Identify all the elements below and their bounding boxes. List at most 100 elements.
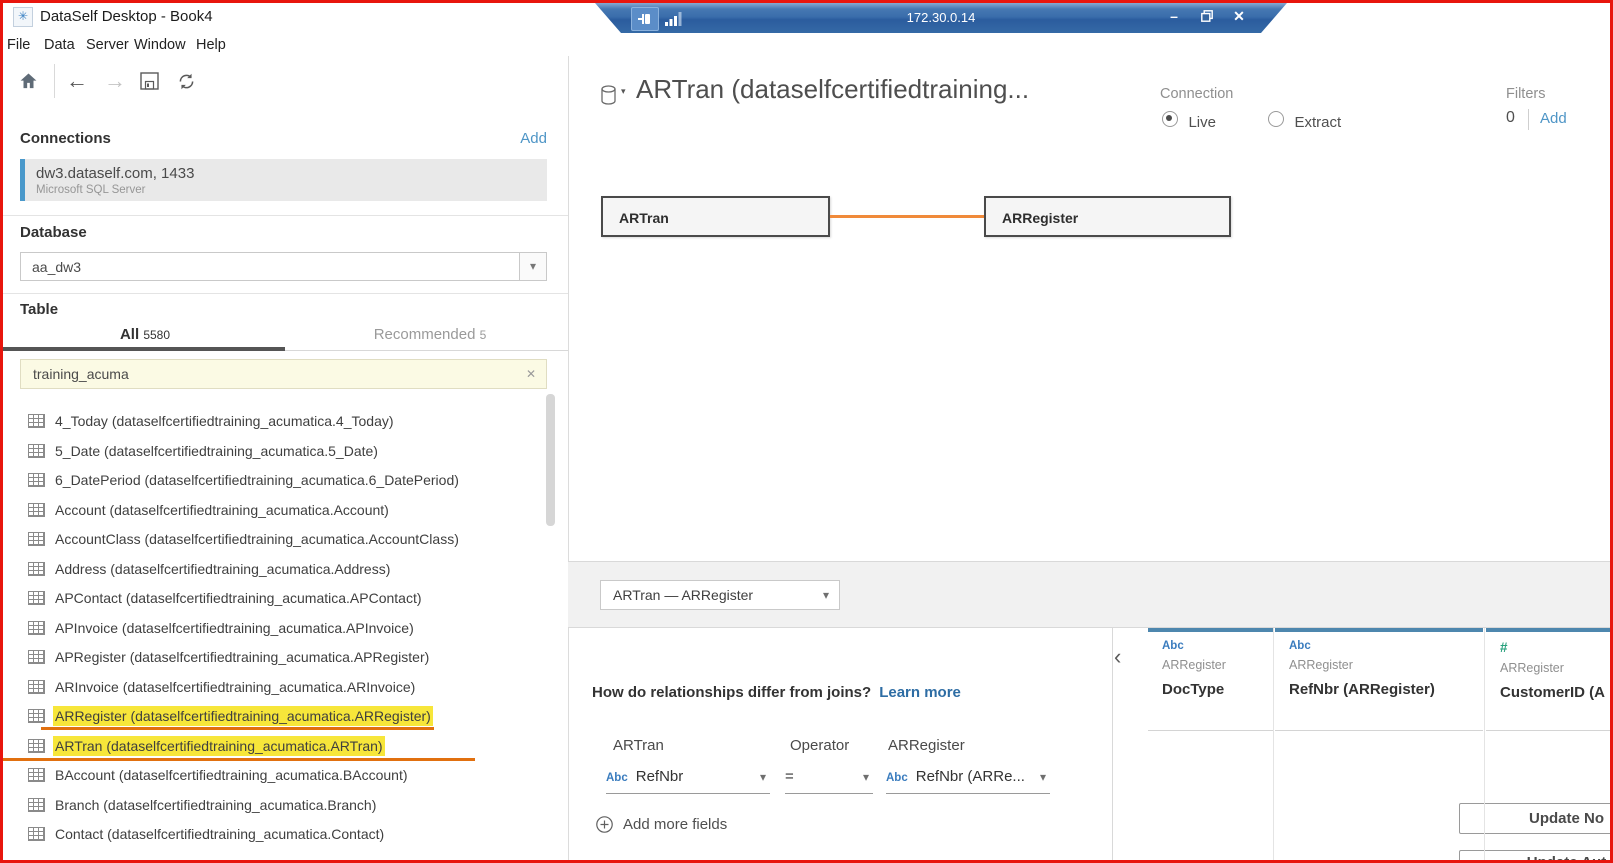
radio-live-circle[interactable] (1162, 111, 1178, 127)
abc-type-icon: Abc (886, 772, 908, 784)
connection-card[interactable]: dw3.dataself.com, 1433 Microsoft SQL Ser… (20, 159, 547, 201)
table-list-item[interactable]: Contact (dataselfcertifiedtraining_acuma… (28, 819, 533, 848)
radio-live-label: Live (1188, 114, 1216, 131)
menu-file[interactable]: File (7, 33, 30, 57)
chevron-down-icon: ▾ (863, 770, 869, 784)
preview-column-refnbr[interactable]: Abc ARRegister RefNbr (ARRegister) (1275, 628, 1483, 731)
connection-accent-bar (20, 159, 25, 201)
rdp-restore-button[interactable] (1197, 9, 1217, 25)
sidebar-divider (568, 56, 569, 863)
tab-recommended[interactable]: Recommended 5 (330, 323, 530, 347)
update-now-button[interactable]: Update No (1459, 803, 1613, 834)
table-list-item[interactable]: Branch (dataselfcertifiedtraining_acumat… (28, 790, 533, 819)
radio-extract-circle[interactable] (1268, 111, 1284, 127)
preview-column-doctype[interactable]: Abc ARRegister DocType (1148, 628, 1273, 731)
add-connection-link[interactable]: Add (510, 130, 547, 147)
collapse-panel-chevron[interactable]: ‹ (1114, 644, 1121, 670)
restore-icon (1201, 10, 1213, 22)
table-item-label: ARRegister (dataselfcertifiedtraining_ac… (55, 708, 431, 724)
table-icon (28, 709, 45, 723)
connection-server: dw3.dataself.com, 1433 (36, 165, 194, 182)
relationship-pair-dropdown[interactable]: ARTran — ARRegister ▾ (600, 580, 840, 610)
filters-add-link[interactable]: Add (1540, 110, 1567, 127)
table-item-label: Branch (dataselfcertifiedtraining_acumat… (55, 797, 376, 813)
right-field-dropdown[interactable]: Abc RefNbr (ARRe... ▾ (886, 758, 1050, 794)
table-icon (28, 444, 45, 458)
menu-help[interactable]: Help (196, 33, 226, 57)
operator-dropdown[interactable]: = ▾ (785, 758, 873, 794)
window-title: DataSelf Desktop - Book4 (40, 8, 213, 25)
table-list-item-artran[interactable]: ARTran (dataselfcertifiedtraining_acumat… (28, 731, 533, 760)
table-icon (28, 591, 45, 605)
refresh-button[interactable] (176, 71, 197, 97)
table-icon (28, 473, 45, 487)
database-value: aa_dw3 (32, 259, 81, 275)
chevron-down-icon[interactable]: ▾ (519, 253, 546, 280)
right-table-label: ARRegister (888, 737, 965, 754)
relationship-pair-value: ARTran — ARRegister (613, 587, 753, 603)
tab-all-count: 5580 (143, 328, 170, 342)
datasource-icon[interactable] (600, 85, 617, 111)
chevron-down-icon[interactable]: ▾ (621, 86, 626, 97)
radio-live[interactable]: Live (1162, 111, 1216, 132)
table-item-label: APInvoice (dataselfcertifiedtraining_acu… (55, 620, 414, 636)
update-secondary-button[interactable]: Update Aut (1459, 850, 1613, 863)
toolbar-divider (54, 64, 55, 98)
preview-column-customerid[interactable]: # ARRegister CustomerID (A (1486, 628, 1613, 731)
menu-window[interactable]: Window (134, 33, 186, 57)
table-icon (28, 650, 45, 664)
datasource-title[interactable]: ARTran (dataselfcertifiedtraining... (636, 74, 1029, 105)
menu-data[interactable]: Data (44, 33, 75, 57)
table-item-label: Account (dataselfcertifiedtraining_acuma… (55, 502, 389, 518)
operator-label: Operator (790, 737, 849, 754)
radio-extract[interactable]: Extract (1268, 111, 1341, 132)
rdp-minimize-button[interactable]: – (1164, 8, 1184, 24)
connection-type: Microsoft SQL Server (36, 184, 146, 196)
node-artran[interactable]: ARTran (601, 196, 830, 237)
relationship-connector[interactable] (830, 215, 984, 218)
question-text: How do relationships differ from joins? (592, 684, 871, 701)
tab-all[interactable]: All 5580 (60, 323, 230, 347)
table-list-item[interactable]: APInvoice (dataselfcertifiedtraining_acu… (28, 613, 533, 642)
string-type-icon: Abc (1162, 640, 1273, 652)
clear-search-icon[interactable]: ✕ (526, 367, 536, 381)
table-list-item-arregister[interactable]: ARRegister (dataselfcertifiedtraining_ac… (28, 701, 533, 730)
node-arregister[interactable]: ARRegister (984, 196, 1231, 237)
column-field: CustomerID (A (1500, 684, 1613, 701)
filters-divider (1528, 109, 1529, 130)
menu-server[interactable]: Server (86, 33, 129, 57)
table-list-item[interactable]: 5_Date (dataselfcertifiedtraining_acumat… (28, 436, 533, 465)
table-list-item[interactable]: Account (dataselfcertifiedtraining_acuma… (28, 495, 533, 524)
table-list-item[interactable]: ARInvoice (dataselfcertifiedtraining_acu… (28, 672, 533, 701)
table-list-item[interactable]: APRegister (dataselfcertifiedtraining_ac… (28, 642, 533, 671)
table-list-item[interactable]: Address (dataselfcertifiedtraining_acuma… (28, 554, 533, 583)
table-icon (28, 827, 45, 841)
add-more-fields-button[interactable]: Add more fields (596, 816, 727, 833)
refresh-icon (176, 71, 197, 92)
learn-more-link[interactable]: Learn more (879, 684, 961, 701)
left-field-dropdown[interactable]: Abc RefNbr ▾ (606, 758, 770, 794)
table-list-item[interactable]: BAccount (dataselfcertifiedtraining_acum… (28, 760, 533, 789)
table-list-item[interactable]: APContact (dataselfcertifiedtraining_acu… (28, 583, 533, 612)
save-button[interactable] (140, 72, 159, 95)
table-list-item[interactable]: 4_Today (dataselfcertifiedtraining_acuma… (28, 406, 533, 435)
back-button[interactable]: ← (66, 71, 88, 91)
table-icon (28, 503, 45, 517)
home-button[interactable] (18, 71, 39, 96)
table-search-input[interactable]: training_acuma ✕ (20, 359, 547, 389)
filters-label: Filters (1506, 86, 1545, 102)
table-list-item[interactable]: 6_DatePeriod (dataselfcertifiedtraining_… (28, 465, 533, 494)
table-item-label: APRegister (dataselfcertifiedtraining_ac… (55, 649, 429, 665)
table-list-item[interactable]: AccountClass (dataselfcertifiedtraining_… (28, 524, 533, 553)
database-dropdown[interactable]: aa_dw3 ▾ (20, 252, 547, 281)
divider (0, 293, 568, 294)
column-field: RefNbr (ARRegister) (1289, 681, 1483, 698)
string-type-icon: Abc (1289, 640, 1483, 652)
plus-circle-icon (596, 816, 613, 833)
forward-button[interactable]: → (104, 71, 126, 91)
table-heading: Table (20, 301, 58, 318)
rdp-close-button[interactable]: ✕ (1229, 8, 1249, 25)
column-table: ARRegister (1162, 658, 1273, 672)
filters-count: 0 (1506, 109, 1515, 127)
list-scrollbar[interactable] (546, 394, 555, 526)
